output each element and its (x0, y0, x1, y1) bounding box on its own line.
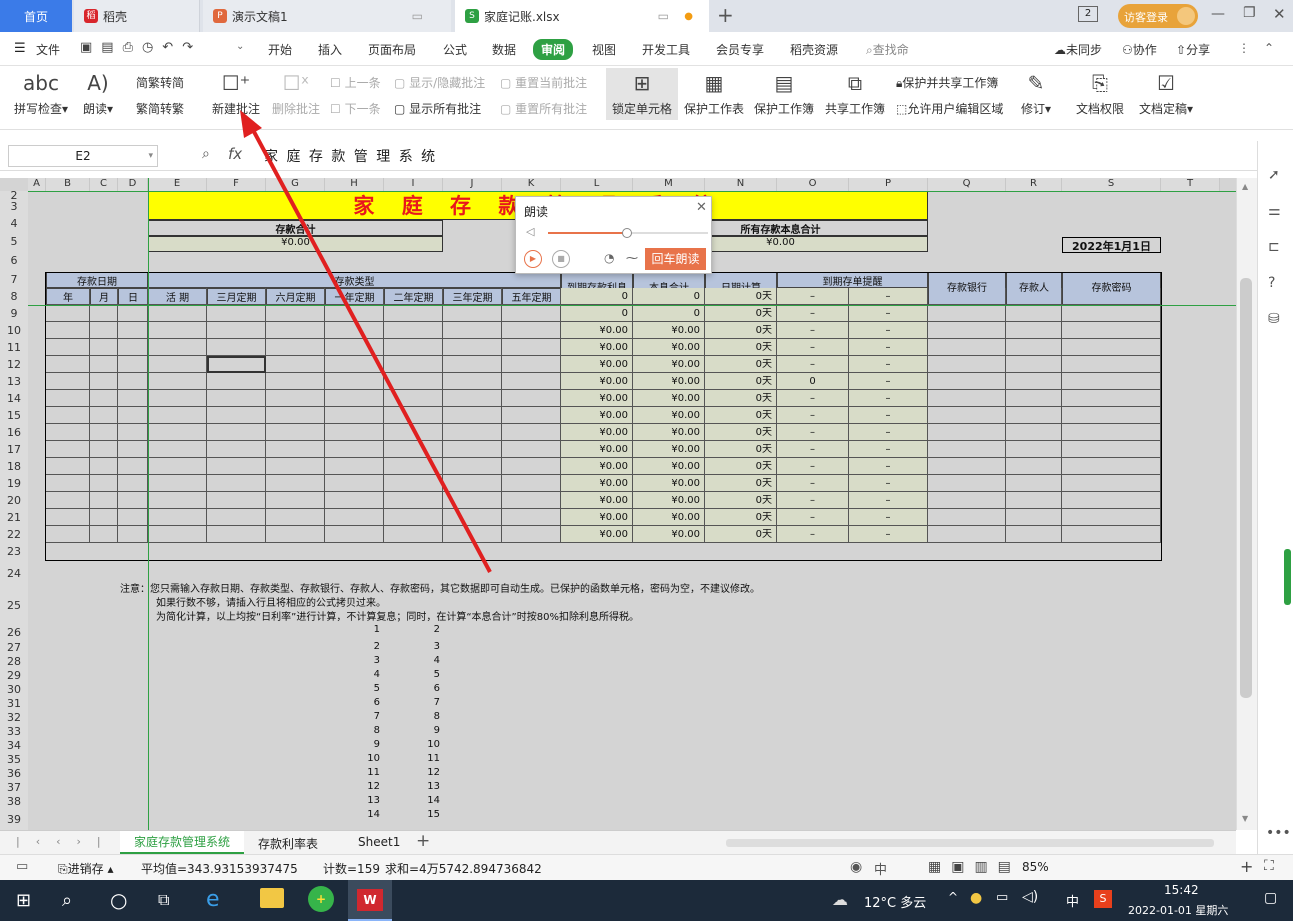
sogou-icon[interactable]: S (1094, 890, 1112, 908)
stat-count: 计数=159 (323, 862, 380, 876)
view-mode-icons[interactable]: ▦▣▥▤ (928, 859, 1021, 875)
file-explorer-icon[interactable] (260, 888, 284, 908)
screen-icon[interactable]: ▭ (16, 859, 28, 874)
search-icon[interactable]: ⌕ (62, 890, 72, 911)
stat-avg: 平均值=343.93153937475 (141, 862, 298, 876)
windows-taskbar: ⊞ ⌕ ○ ⧉ e + W ☁ 12°C 多云 ^ ● ▭ ◁) 中 S 15:… (0, 880, 1293, 921)
arrow-head (240, 110, 262, 138)
wps-taskbar-button[interactable]: W (348, 880, 392, 921)
horizontal-scrollbar[interactable] (726, 839, 1214, 847)
clock-date[interactable]: 2022-01-01 星期六 (1128, 902, 1228, 918)
task-view-icon[interactable]: ⧉ (158, 890, 169, 910)
sheet-tab-bar: |‹‹›| 家庭存款管理系统 存款利率表 Sheet1 + (0, 830, 1236, 854)
more-dots-icon[interactable]: ••• (1266, 825, 1291, 841)
security-app-icon[interactable]: + (308, 886, 334, 912)
settings-slider-icon[interactable]: ⚌ (1268, 203, 1281, 219)
sheet-nav-icons[interactable]: |‹‹›| (16, 835, 117, 848)
zoom-level[interactable]: 85% (1022, 860, 1049, 874)
windows-start-icon[interactable]: ⊞ (16, 890, 31, 911)
scroll-indicator[interactable] (1284, 549, 1291, 605)
zoom-in-icon[interactable]: + (1240, 857, 1253, 876)
fullscreen-icon[interactable]: ⛶ (1264, 858, 1274, 874)
pointer-icon[interactable]: ➚ (1268, 167, 1280, 183)
status-bar: ▭ ⎘进销存 ▴ 平均值=343.93153937475 计数=159 求和=4… (0, 854, 1293, 880)
save-label: 进销存 (67, 862, 104, 876)
sheet-tab[interactable]: 存款利率表 (258, 835, 318, 852)
save-status[interactable]: ⎘进销存 ▴ (58, 860, 113, 877)
add-sheet-icon[interactable]: + (416, 831, 430, 851)
help-icon[interactable]: ? (1268, 275, 1275, 291)
scroll-up-icon[interactable]: ▲ (1242, 182, 1248, 191)
cortana-icon[interactable]: ○ (110, 888, 127, 912)
notification-icon[interactable]: ▢ (1264, 890, 1277, 906)
wps-icon: W (357, 889, 383, 911)
shape-icon[interactable]: ⊏ (1268, 239, 1280, 255)
volume-icon[interactable]: ◁) (1022, 889, 1038, 905)
sheet-tab[interactable]: Sheet1 (358, 835, 400, 849)
ime-status-icon[interactable]: 中 (874, 859, 887, 878)
weather-icon: ☁ (832, 890, 848, 909)
clock-time[interactable]: 15:42 (1164, 883, 1199, 897)
annotation-arrow (240, 110, 492, 573)
vertical-scrollbar[interactable]: ▲ ▼ (1236, 178, 1257, 830)
ie-browser-icon[interactable]: e (206, 887, 220, 912)
ime-indicator[interactable]: 中 (1066, 891, 1079, 910)
network-icon[interactable]: ▭ (996, 890, 1008, 905)
save-icon: ⎘ (58, 862, 68, 876)
scroll-thumb[interactable] (1240, 278, 1252, 698)
arrow-shaft (250, 127, 492, 573)
sheet-tab-active[interactable]: 家庭存款管理系统 (120, 831, 244, 854)
stat-sum: 求和=4万5742.894736842 (385, 862, 542, 876)
weather-text[interactable]: 12°C 多云 (864, 892, 926, 911)
backup-icon[interactable]: ⛁ (1268, 311, 1280, 327)
tray-app-icon[interactable]: ● (970, 890, 982, 906)
scroll-down-icon[interactable]: ▼ (1242, 814, 1248, 823)
eye-icon[interactable]: ◉ (850, 859, 862, 875)
right-toolbar: ➚ ⚌ ⊏ ? ⛁ ••• (1257, 141, 1293, 881)
tray-chevron-icon[interactable]: ^ (948, 890, 958, 904)
